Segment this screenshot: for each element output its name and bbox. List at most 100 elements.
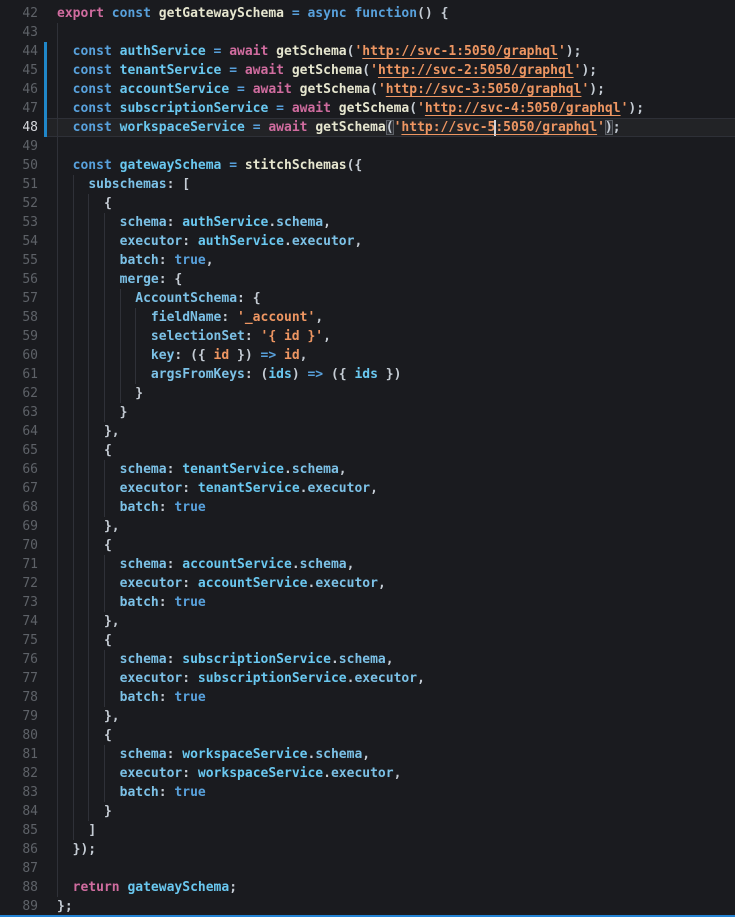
code-line[interactable]: 56 merge: { [0, 270, 735, 289]
line-number[interactable]: 42 [0, 4, 38, 23]
line-number[interactable]: 85 [0, 821, 38, 840]
code-line[interactable]: 66 schema: tenantService.schema, [0, 460, 735, 479]
code-line[interactable]: 70 { [0, 536, 735, 555]
code-line[interactable]: 73 batch: true [0, 593, 735, 612]
line-number[interactable]: 70 [0, 536, 38, 555]
line-number[interactable]: 78 [0, 688, 38, 707]
code-line[interactable]: 75 { [0, 631, 735, 650]
line-number[interactable]: 54 [0, 232, 38, 251]
code-line[interactable]: 53 schema: authService.schema, [0, 213, 735, 232]
line-number[interactable]: 81 [0, 745, 38, 764]
code-line[interactable]: 88 return gatewaySchema; [0, 878, 735, 897]
code-line[interactable]: 89}; [0, 897, 735, 916]
line-number[interactable]: 83 [0, 783, 38, 802]
code-line[interactable]: 52 { [0, 194, 735, 213]
url-link[interactable]: http://svc-1:5050/graphql [362, 44, 558, 59]
code-line[interactable]: 59 selectionSet: '{ id }', [0, 327, 735, 346]
code-line[interactable]: 46 const accountService = await getSchem… [0, 80, 735, 99]
code-line[interactable]: 45 const tenantService = await getSchema… [0, 61, 735, 80]
url-link[interactable]: :5050/graphql [495, 120, 597, 135]
line-number[interactable]: 56 [0, 270, 38, 289]
url-link[interactable]: http://svc-3:5050/graphql [386, 82, 582, 97]
line-number[interactable]: 61 [0, 365, 38, 384]
line-number[interactable]: 45 [0, 61, 38, 80]
line-number[interactable]: 53 [0, 213, 38, 232]
line-number[interactable]: 59 [0, 327, 38, 346]
line-number[interactable]: 87 [0, 859, 38, 878]
code-line[interactable]: 71 schema: accountService.schema, [0, 555, 735, 574]
line-number[interactable]: 62 [0, 384, 38, 403]
code-line[interactable]: 65 { [0, 441, 735, 460]
code-line[interactable]: 44 const authService = await getSchema('… [0, 42, 735, 61]
line-number[interactable]: 80 [0, 726, 38, 745]
line-number[interactable]: 79 [0, 707, 38, 726]
code-line[interactable]: 72 executor: accountService.executor, [0, 574, 735, 593]
code-line[interactable]: 68 batch: true [0, 498, 735, 517]
code-line[interactable]: 86 }); [0, 840, 735, 859]
code-line[interactable]: 50 const gatewaySchema = stitchSchemas({ [0, 156, 735, 175]
line-number[interactable]: 58 [0, 308, 38, 327]
code-line[interactable]: 80 { [0, 726, 735, 745]
line-number[interactable]: 49 [0, 137, 38, 156]
line-number[interactable]: 88 [0, 878, 38, 897]
code-line[interactable]: 64 }, [0, 422, 735, 441]
line-number[interactable]: 50 [0, 156, 38, 175]
line-number[interactable]: 57 [0, 289, 38, 308]
code-line[interactable]: 54 executor: authService.executor, [0, 232, 735, 251]
code-line[interactable]: 84 } [0, 802, 735, 821]
code-line[interactable]: 87 [0, 859, 735, 878]
code-line[interactable]: 48 const workspaceService = await getSch… [0, 118, 735, 137]
code-line[interactable]: 55 batch: true, [0, 251, 735, 270]
line-number[interactable]: 43 [0, 23, 38, 42]
code-line[interactable]: 47 const subscriptionService = await get… [0, 99, 735, 118]
line-number[interactable]: 73 [0, 593, 38, 612]
code-line[interactable]: 51 subschemas: [ [0, 175, 735, 194]
code-line[interactable]: 43 [0, 23, 735, 42]
code-line[interactable]: 49 [0, 137, 735, 156]
url-link[interactable]: http://svc-4:5050/graphql [425, 101, 621, 116]
code-line[interactable]: 58 fieldName: '_account', [0, 308, 735, 327]
code-line[interactable]: 85 ] [0, 821, 735, 840]
line-number[interactable]: 72 [0, 574, 38, 593]
line-number[interactable]: 64 [0, 422, 38, 441]
line-number[interactable]: 44 [0, 42, 38, 61]
code-line[interactable]: 74 }, [0, 612, 735, 631]
url-link[interactable]: http://svc-2:5050/graphql [378, 63, 574, 78]
line-number[interactable]: 75 [0, 631, 38, 650]
line-number[interactable]: 67 [0, 479, 38, 498]
line-number[interactable]: 89 [0, 897, 38, 916]
line-number[interactable]: 74 [0, 612, 38, 631]
code-line[interactable]: 69 }, [0, 517, 735, 536]
code-line[interactable]: 76 schema: subscriptionService.schema, [0, 650, 735, 669]
line-number[interactable]: 46 [0, 80, 38, 99]
line-number[interactable]: 65 [0, 441, 38, 460]
line-number[interactable]: 51 [0, 175, 38, 194]
line-number[interactable]: 47 [0, 99, 38, 118]
code-line[interactable]: 77 executor: subscriptionService.executo… [0, 669, 735, 688]
code-line[interactable]: 57 AccountSchema: { [0, 289, 735, 308]
line-number[interactable]: 76 [0, 650, 38, 669]
code-line[interactable]: 82 executor: workspaceService.executor, [0, 764, 735, 783]
code-line[interactable]: 61 argsFromKeys: (ids) => ({ ids }) [0, 365, 735, 384]
code-line[interactable]: 79 }, [0, 707, 735, 726]
line-number[interactable]: 66 [0, 460, 38, 479]
line-number[interactable]: 55 [0, 251, 38, 270]
code-line[interactable]: 83 batch: true [0, 783, 735, 802]
code-line[interactable]: 42export const getGatewaySchema = async … [0, 4, 735, 23]
line-number[interactable]: 48 [0, 118, 38, 137]
line-number[interactable]: 77 [0, 669, 38, 688]
line-number[interactable]: 86 [0, 840, 38, 859]
line-number[interactable]: 71 [0, 555, 38, 574]
line-number[interactable]: 82 [0, 764, 38, 783]
code-line[interactable]: 63 } [0, 403, 735, 422]
line-number[interactable]: 84 [0, 802, 38, 821]
code-line[interactable]: 81 schema: workspaceService.schema, [0, 745, 735, 764]
code-line[interactable]: 67 executor: tenantService.executor, [0, 479, 735, 498]
code-line[interactable]: 60 key: ({ id }) => id, [0, 346, 735, 365]
line-number[interactable]: 69 [0, 517, 38, 536]
line-number[interactable]: 63 [0, 403, 38, 422]
url-link[interactable]: http://svc-5 [401, 120, 495, 135]
code-line[interactable]: 78 batch: true [0, 688, 735, 707]
code-line[interactable]: 62 } [0, 384, 735, 403]
line-number[interactable]: 60 [0, 346, 38, 365]
